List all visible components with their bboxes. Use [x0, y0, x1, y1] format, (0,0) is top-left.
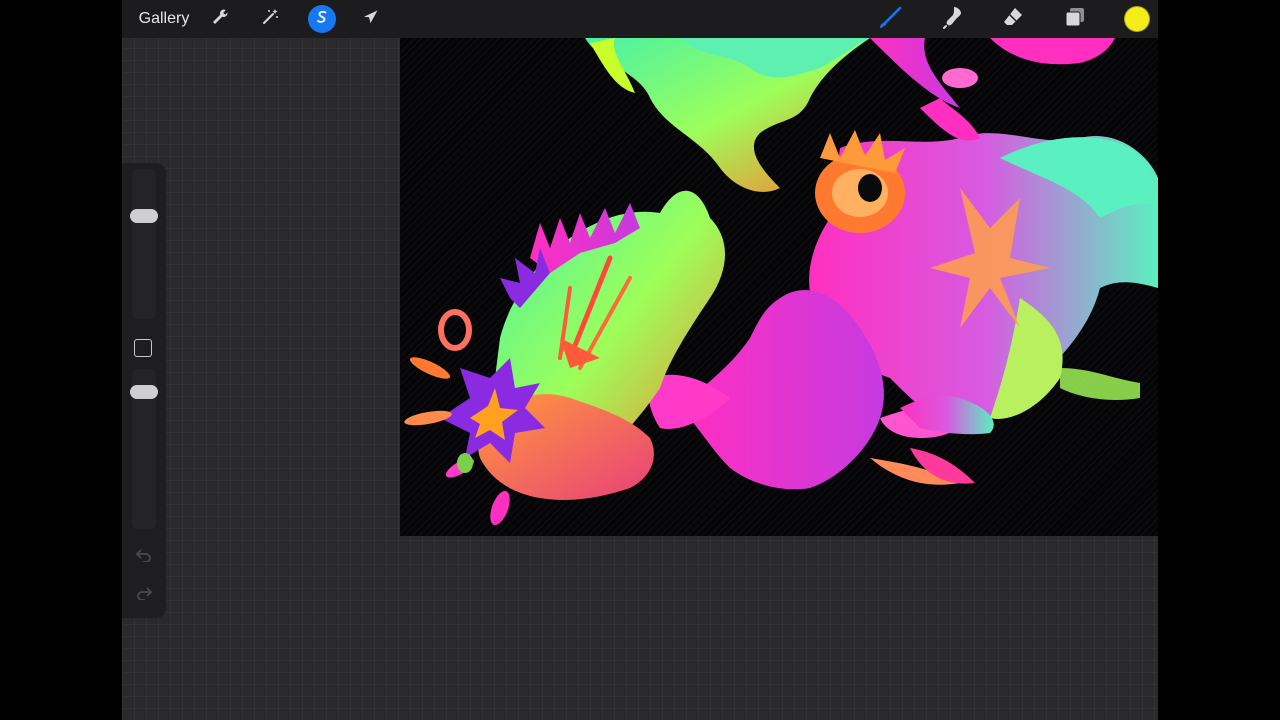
brush-size-slider[interactable] — [130, 169, 158, 319]
actions-button[interactable] — [206, 0, 234, 38]
undo-button[interactable] — [132, 545, 156, 569]
eraser-icon — [1001, 5, 1025, 34]
top-toolbar: Gallery — [122, 0, 1158, 38]
layers-button[interactable] — [1060, 0, 1090, 38]
gallery-label: Gallery — [138, 10, 190, 27]
gallery-button[interactable]: Gallery — [134, 0, 194, 38]
selection-active-indicator — [308, 5, 336, 33]
eraser-button[interactable] — [998, 0, 1028, 38]
brush-icon — [878, 4, 904, 35]
artwork — [404, 38, 1158, 526]
transform-arrow-icon — [363, 8, 381, 31]
current-color-swatch — [1124, 6, 1150, 32]
brush-size-thumb[interactable] — [130, 209, 158, 223]
wrench-icon — [210, 7, 230, 32]
shape-left-cluster — [478, 190, 725, 500]
drawing-canvas[interactable] — [400, 38, 1158, 536]
layers-icon — [1063, 5, 1087, 34]
sidebar — [122, 163, 166, 618]
adjustments-button[interactable] — [256, 0, 284, 38]
brush-button[interactable] — [876, 0, 906, 38]
smudge-icon — [941, 5, 965, 34]
redo-button[interactable] — [132, 583, 156, 607]
magic-wand-icon — [260, 7, 280, 32]
procreate-app: Gallery — [122, 0, 1158, 720]
selection-button[interactable] — [308, 0, 336, 38]
modify-button[interactable] — [134, 339, 152, 357]
smudge-button[interactable] — [938, 0, 968, 38]
undo-icon — [135, 548, 153, 567]
redo-icon — [135, 586, 153, 605]
transform-button[interactable] — [358, 0, 386, 38]
color-button[interactable] — [1122, 0, 1152, 38]
opacity-slider[interactable] — [130, 369, 158, 529]
selection-icon — [314, 9, 330, 30]
opacity-thumb[interactable] — [130, 385, 158, 399]
